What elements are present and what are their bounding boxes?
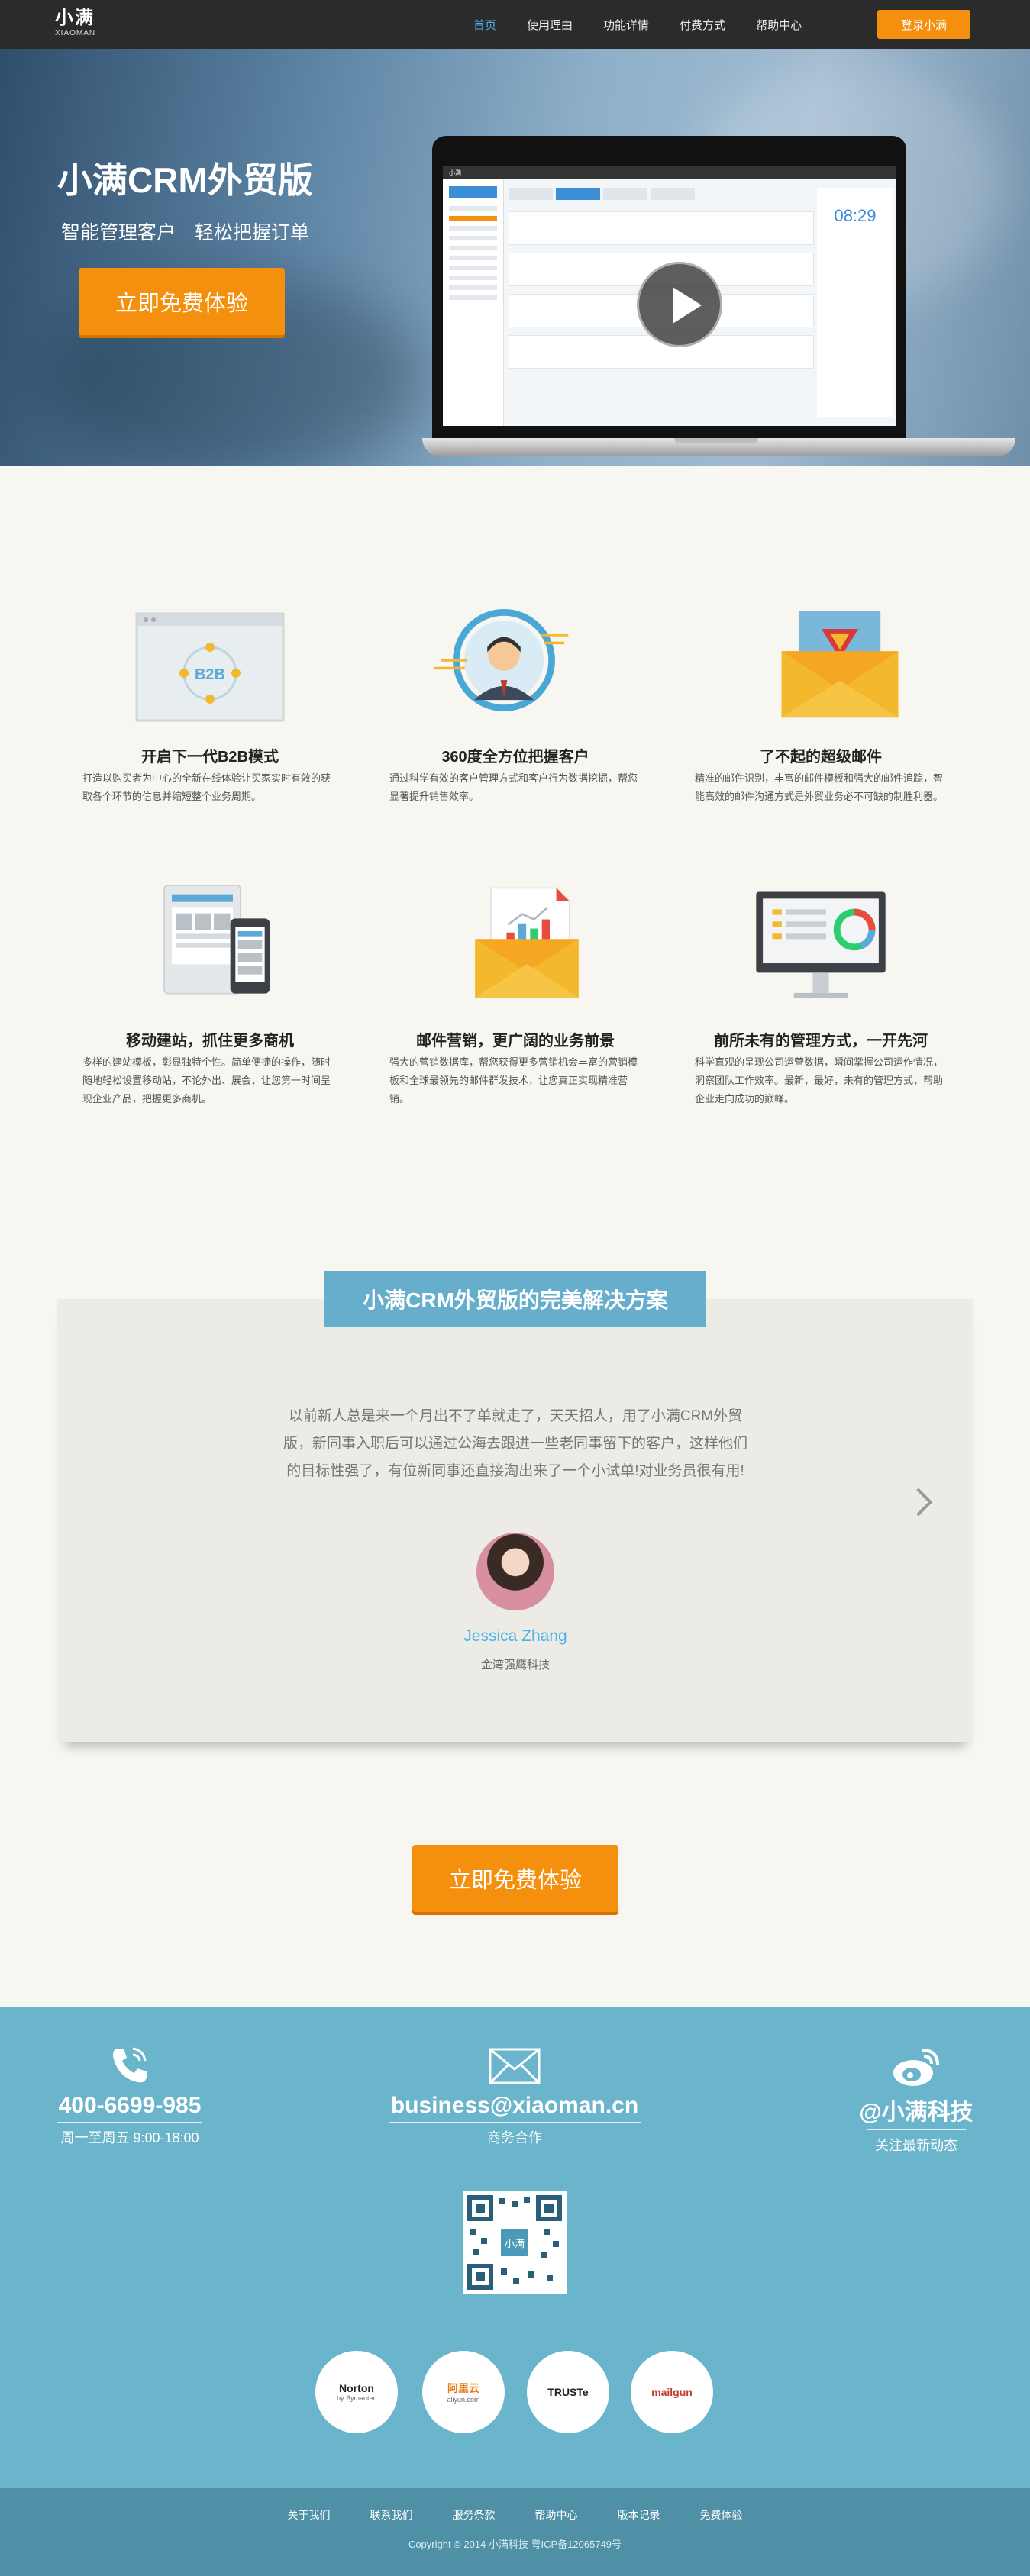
- svg-text:B2B: B2B: [195, 666, 225, 683]
- footer-link-help[interactable]: 帮助中心: [535, 2507, 578, 2523]
- mobile-site-icon: [163, 885, 270, 995]
- testimonial-panel: [57, 1299, 973, 1742]
- avatar: [476, 1533, 554, 1610]
- nav-item-home[interactable]: 首页: [473, 17, 496, 33]
- weibo-handle[interactable]: @小满科技: [764, 2093, 1030, 2126]
- login-button[interactable]: 登录小满: [877, 10, 970, 39]
- hero-banner: 小满 08:29 小满CRM外贸版 智能管理客户 轻松把握订单 立即免费体验: [0, 49, 1030, 466]
- hero-subtitle: 智能管理客户 轻松把握订单: [61, 222, 309, 243]
- feature-title-b2b: 开启下一代B2B模式: [140, 749, 279, 766]
- feature-desc-b2b: 打造以购买者为中心的全新在线体验让买家实时有效的获取各个环节的信息并缩短整个业务…: [82, 772, 331, 802]
- play-video-icon[interactable]: [637, 262, 722, 347]
- logo-subtext: XIAOMAN: [55, 29, 96, 37]
- footer-link-contact[interactable]: 联系我们: [370, 2507, 413, 2523]
- footer-link-terms[interactable]: 服务条款: [453, 2507, 496, 2523]
- footer-phone: 400-6699-985 周一至周五 9:00-18:00: [0, 2093, 283, 2147]
- b2b-icon: B2B: [135, 612, 285, 722]
- crm-right-panel: 08:29: [817, 188, 893, 417]
- aliyun-label: 阿里云: [447, 2382, 479, 2394]
- feature-desc-email-marketing: 强大的营销数据库，帮您获得更多营销机会丰富的营销模板和全球最领先的邮件群发技术，…: [389, 1056, 638, 1104]
- norton-sub: by Symantec: [336, 2394, 377, 2402]
- norton-label: Norton: [339, 2382, 374, 2394]
- feature-desc-super-mail: 精准的邮件识别，丰富的邮件模板和强大的邮件追踪，智能高效的邮件沟通方式是外贸业务…: [695, 772, 944, 802]
- email-address[interactable]: business@xiaoman.cn: [362, 2093, 667, 2119]
- weibo-icon: [893, 2049, 939, 2086]
- footer-link-changelog[interactable]: 版本记录: [618, 2507, 660, 2523]
- qr-code: 小满: [463, 2191, 567, 2294]
- hero-title: 小满CRM外贸版: [57, 160, 313, 200]
- crm-sidebar: [443, 179, 504, 426]
- feature-desc-360: 通过科学有效的客户管理方式和客户行为数据挖掘，帮您显著提升销售效率。: [389, 772, 638, 802]
- footer-link-trial[interactable]: 免费体验: [700, 2507, 743, 2523]
- aliyun-badge[interactable]: 阿里云 aliyun.com: [422, 2351, 505, 2433]
- email-marketing-icon: [475, 887, 579, 998]
- crm-clock: 08:29: [834, 206, 877, 225]
- footer-weibo: @小满科技 关注最新动态: [764, 2093, 1030, 2155]
- logo[interactable]: 小满 XIAOMAN: [55, 8, 95, 37]
- weibo-subtext: 关注最新动态: [875, 2138, 957, 2153]
- super-mail-icon: [781, 611, 899, 718]
- footer-links: 关于我们 联系我们 服务条款 帮助中心 版本记录 免费体验: [0, 2507, 1030, 2523]
- mail-icon: [489, 2048, 541, 2084]
- mailgun-label: mailgun: [651, 2386, 693, 2398]
- nav-item-help[interactable]: 帮助中心: [756, 17, 802, 33]
- testimonial-company: 金湾强鹰科技: [480, 1659, 550, 1672]
- truste-label: TRUSTe: [547, 2386, 589, 2398]
- logo-text: 小满: [55, 8, 95, 28]
- bottom-bar: [0, 2488, 1030, 2576]
- phone-number[interactable]: 400-6699-985: [0, 2093, 283, 2119]
- testimonial-heading: 小满CRM外贸版的完美解决方案: [324, 1271, 706, 1327]
- qr-code-icon: 小满: [467, 2195, 562, 2290]
- feature-desc-mobile-site: 多样的建站模板，彰显独特个性。简单便捷的操作，随时随地轻松设置移动站，不论外出、…: [82, 1056, 331, 1104]
- feature-title-360: 360度全方位把握客户: [441, 749, 589, 766]
- feature-title-super-mail: 了不起的超级邮件: [760, 749, 882, 766]
- mailgun-badge[interactable]: mailgun: [631, 2351, 713, 2433]
- free-trial-button[interactable]: 立即免费体验: [79, 268, 285, 335]
- nav-item-reasons[interactable]: 使用理由: [527, 17, 573, 33]
- aliyun-sub: aliyun.com: [447, 2396, 480, 2404]
- customer-360-icon: [434, 609, 569, 711]
- feature-desc-management: 科学直观的呈现公司运营数据，瞬间掌握公司运作情况，洞察团队工作效率。最新，最好，…: [695, 1056, 944, 1104]
- phone-icon: [113, 2047, 147, 2083]
- truste-badge[interactable]: TRUSTe: [527, 2351, 609, 2433]
- testimonial-quote: 以前新人总是来一个月出不了单就走了，天天招人，用了小满CRM外贸版，新同事入职后…: [283, 1408, 747, 1479]
- management-dashboard-icon: [756, 891, 886, 998]
- footer-link-about[interactable]: 关于我们: [288, 2507, 331, 2523]
- nav-item-pricing[interactable]: 付费方式: [680, 17, 725, 33]
- top-nav: 小满 XIAOMAN 首页 使用理由 功能详情 付费方式 帮助中心 登录小满: [0, 0, 1030, 49]
- email-purpose: 商务合作: [487, 2130, 542, 2146]
- phone-hours: 周一至周五 9:00-18:00: [60, 2130, 199, 2146]
- feature-title-management: 前所未有的管理方式，一开先河: [714, 1033, 928, 1049]
- testimonial-name: Jessica Zhang: [463, 1627, 567, 1645]
- feature-title-email-marketing: 邮件营销，更广阔的业务前景: [416, 1033, 615, 1049]
- free-trial-button-bottom[interactable]: 立即免费体验: [412, 1845, 618, 1912]
- nav-item-features[interactable]: 功能详情: [603, 17, 649, 33]
- copyright: Copyright © 2014 小满科技 粤ICP备12065749号: [408, 2539, 622, 2550]
- crm-new-button: [449, 186, 497, 198]
- laptop-base: [422, 438, 1015, 456]
- norton-badge[interactable]: Norton by Symantec: [315, 2351, 398, 2433]
- feature-title-mobile-site: 移动建站，抓住更多商机: [126, 1033, 294, 1049]
- nav-menu: 首页 使用理由 功能详情 付费方式 帮助中心: [473, 0, 832, 49]
- crm-topbar: 小满: [443, 166, 896, 179]
- laptop-screen: 小满 08:29: [432, 136, 906, 450]
- footer-email: business@xiaoman.cn 商务合作: [362, 2093, 667, 2147]
- qr-label: 小满: [505, 2239, 525, 2250]
- laptop-video-preview: 小满 08:29: [422, 136, 1015, 456]
